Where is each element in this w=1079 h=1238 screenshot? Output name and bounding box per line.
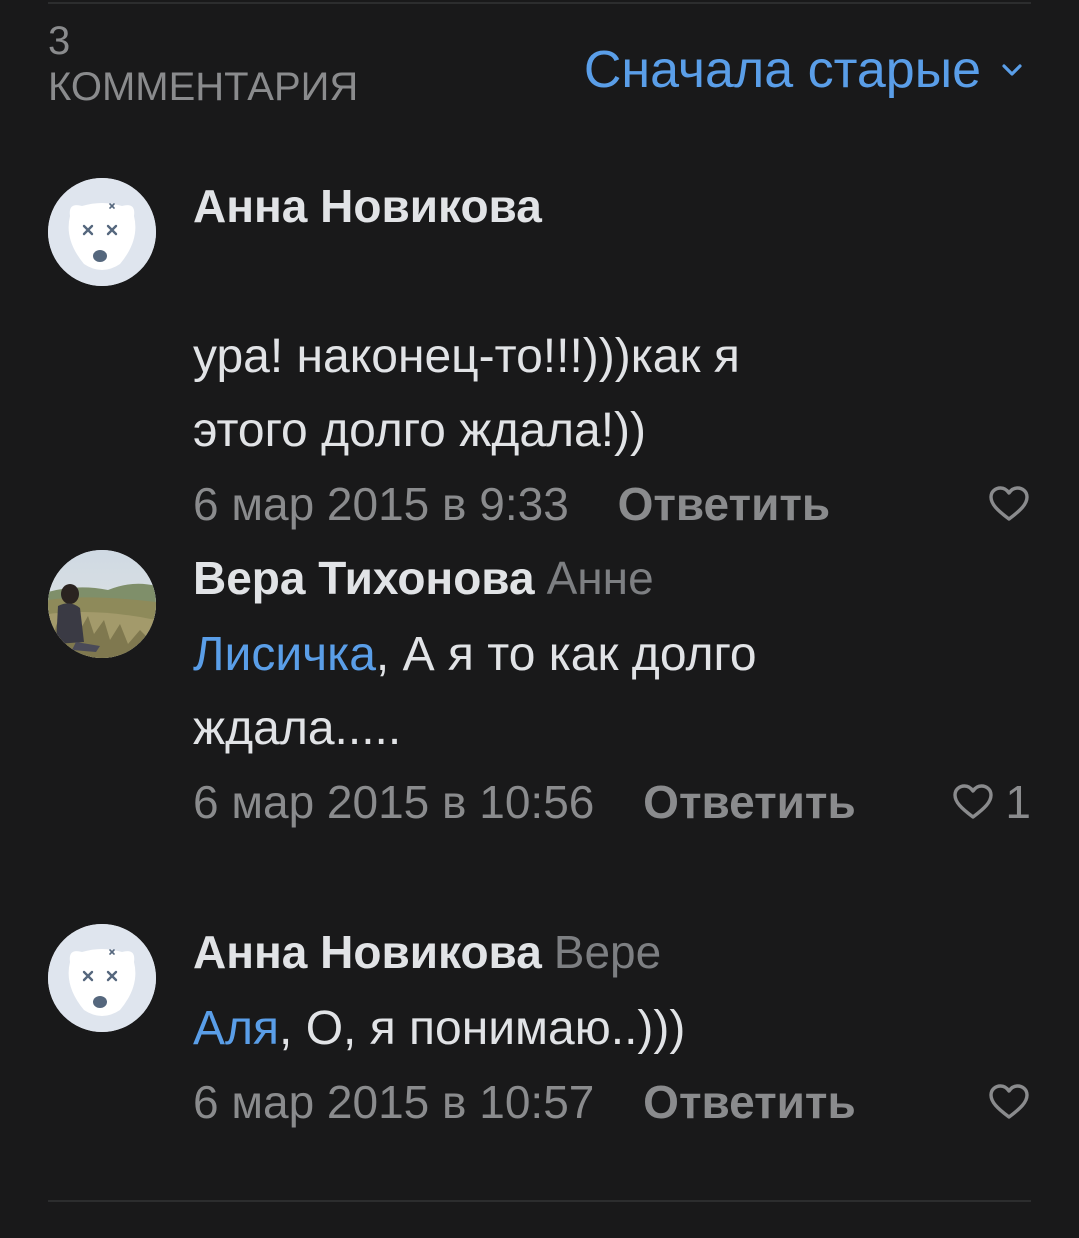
bottom-divider bbox=[48, 1200, 1031, 1202]
like-button[interactable] bbox=[987, 474, 1031, 534]
comment-author[interactable]: Вера Тихонова bbox=[193, 552, 535, 604]
comment-author[interactable]: Анна Новикова bbox=[193, 926, 542, 978]
comments-count-label: КОММЕНТАРИЯ bbox=[48, 65, 359, 109]
comment-meta: 6 мар 2015 в 10:56 Ответить 1 bbox=[193, 772, 1031, 832]
sort-order-label: Сначала старые bbox=[583, 41, 981, 99]
reply-button[interactable]: Ответить bbox=[618, 478, 831, 530]
mention-link[interactable]: Аля bbox=[193, 1002, 279, 1055]
heart-icon bbox=[989, 1084, 1029, 1119]
top-divider bbox=[48, 2, 1031, 4]
mention-link[interactable]: Лисичка bbox=[193, 628, 376, 681]
avatar[interactable] bbox=[48, 550, 156, 658]
reply-to-label[interactable]: Вере bbox=[554, 926, 661, 978]
photo-avatar-image bbox=[48, 550, 156, 658]
reply-button[interactable]: Ответить bbox=[643, 1076, 856, 1128]
comment-date: 6 мар 2015 в 10:57 bbox=[193, 1076, 595, 1128]
comment-text: Аля, О, я понимаю..))) bbox=[193, 992, 1031, 1066]
comment-text-body: ура! наконец-то!!!)))как я этого долго ж… bbox=[193, 330, 740, 457]
comment-author[interactable]: Анна Новикова bbox=[193, 180, 542, 232]
comments-count: 3 КОММЕНТАРИЯ bbox=[48, 18, 358, 110]
reply-button[interactable]: Ответить bbox=[643, 776, 856, 828]
comments-count-number: 3 bbox=[48, 19, 71, 63]
comment-text-body: , О, я понимаю..))) bbox=[279, 1002, 686, 1055]
comment-text: Лисичка, А я то как долго ждала..... bbox=[193, 618, 1031, 766]
deactivated-dog-icon bbox=[48, 924, 156, 1032]
chevron-down-icon bbox=[1002, 64, 1022, 76]
sort-order-dropdown[interactable]: Сначала старые bbox=[584, 40, 1027, 100]
heart-icon bbox=[989, 486, 1029, 521]
comment-meta: 6 мар 2015 в 10:57 Ответить bbox=[193, 1072, 1031, 1132]
reply-to-label[interactable]: Анне bbox=[547, 552, 654, 604]
heart-icon bbox=[953, 784, 994, 819]
deactivated-dog-icon bbox=[48, 178, 156, 286]
like-button[interactable]: 1 bbox=[951, 772, 1031, 832]
like-count: 1 bbox=[1005, 776, 1031, 828]
comment-date: 6 мар 2015 в 9:33 bbox=[193, 478, 569, 530]
comment-date: 6 мар 2015 в 10:56 bbox=[193, 776, 595, 828]
avatar[interactable] bbox=[48, 178, 156, 286]
comment-text: ура! наконец-то!!!)))как я этого долго ж… bbox=[193, 246, 1031, 468]
avatar[interactable] bbox=[48, 924, 156, 1032]
comment-meta: 6 мар 2015 в 9:33 Ответить bbox=[193, 474, 1031, 534]
like-button[interactable] bbox=[987, 1072, 1031, 1132]
